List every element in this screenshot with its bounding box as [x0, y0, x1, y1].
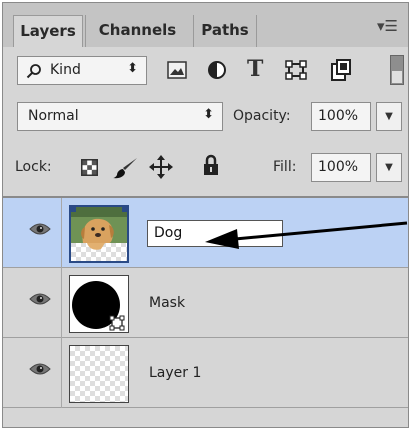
layer-row-mask[interactable]: Mask: [3, 268, 408, 338]
fill-label: Fill:: [273, 159, 297, 175]
layer-name: Layer 1: [149, 365, 202, 381]
eye-icon[interactable]: [29, 222, 51, 236]
lock-paint-icon[interactable]: [113, 157, 139, 179]
layer1-thumbnail[interactable]: [69, 345, 129, 403]
image-filter-icon[interactable]: [167, 61, 187, 79]
search-icon: [26, 64, 41, 79]
opacity-dropdown-button[interactable]: ▼: [376, 102, 402, 131]
lock-transparent-icon[interactable]: [81, 159, 98, 176]
layer-name-input[interactable]: Dog: [147, 220, 283, 247]
layer-name: Mask: [149, 295, 186, 311]
stepper-arrows-icon: ⬍: [203, 107, 214, 122]
lock-all-icon[interactable]: [203, 154, 219, 176]
stepper-arrows-icon: ⬍: [127, 61, 138, 76]
lock-row: Lock: Fill: 100% ▼: [3, 139, 408, 198]
type-filter-icon[interactable]: T: [247, 56, 263, 82]
filter-kind-label: Kind: [50, 62, 81, 78]
fill-value: 100%: [318, 159, 359, 175]
transform-handle: [122, 207, 127, 212]
layer-divider: [61, 338, 62, 408]
blend-mode-value: Normal: [28, 108, 79, 124]
filter-row: Kind ⬍ T: [3, 47, 408, 94]
empty-layer-area: [3, 408, 408, 427]
panel-menu-icon[interactable]: ▾☰: [377, 17, 398, 35]
fill-dropdown-button[interactable]: ▼: [376, 153, 402, 182]
eye-icon[interactable]: [29, 362, 51, 376]
tab-paths[interactable]: Paths: [193, 15, 257, 47]
layer-divider: [61, 268, 62, 338]
opacity-label: Opacity:: [233, 108, 291, 124]
mask-layer-thumbnail[interactable]: [69, 275, 129, 333]
adjustment-filter-icon[interactable]: [207, 60, 227, 80]
tab-layers[interactable]: Layers: [13, 15, 83, 48]
tab-bar: Layers Channels Paths ▾☰: [3, 3, 408, 48]
filter-kind-select[interactable]: Kind ⬍: [17, 56, 147, 85]
lock-label: Lock:: [15, 159, 52, 175]
layer-row-dog[interactable]: Dog: [3, 198, 408, 268]
fill-input[interactable]: 100%: [311, 153, 371, 182]
smart-object-filter-icon[interactable]: [331, 59, 351, 81]
tab-channels[interactable]: Channels: [85, 15, 189, 47]
eye-icon[interactable]: [29, 292, 51, 306]
black-circle-shape: [72, 281, 125, 331]
layer-row-layer1[interactable]: Layer 1: [3, 338, 408, 408]
dog-photo: [71, 207, 127, 250]
blend-mode-select[interactable]: Normal ⬍: [17, 102, 223, 131]
lock-position-icon[interactable]: [149, 155, 173, 179]
shape-filter-icon[interactable]: [285, 60, 307, 80]
filter-toggle-switch[interactable]: [390, 55, 404, 85]
dog-layer-thumbnail[interactable]: [69, 205, 129, 263]
opacity-input[interactable]: 100%: [311, 102, 371, 131]
transform-handle: [71, 207, 76, 212]
blend-row: Normal ⬍ Opacity: 100% ▼: [3, 93, 408, 140]
layer-divider: [61, 198, 62, 268]
layers-panel: Layers Channels Paths ▾☰ Kind ⬍ T Normal…: [2, 2, 409, 428]
opacity-value: 100%: [318, 108, 359, 124]
